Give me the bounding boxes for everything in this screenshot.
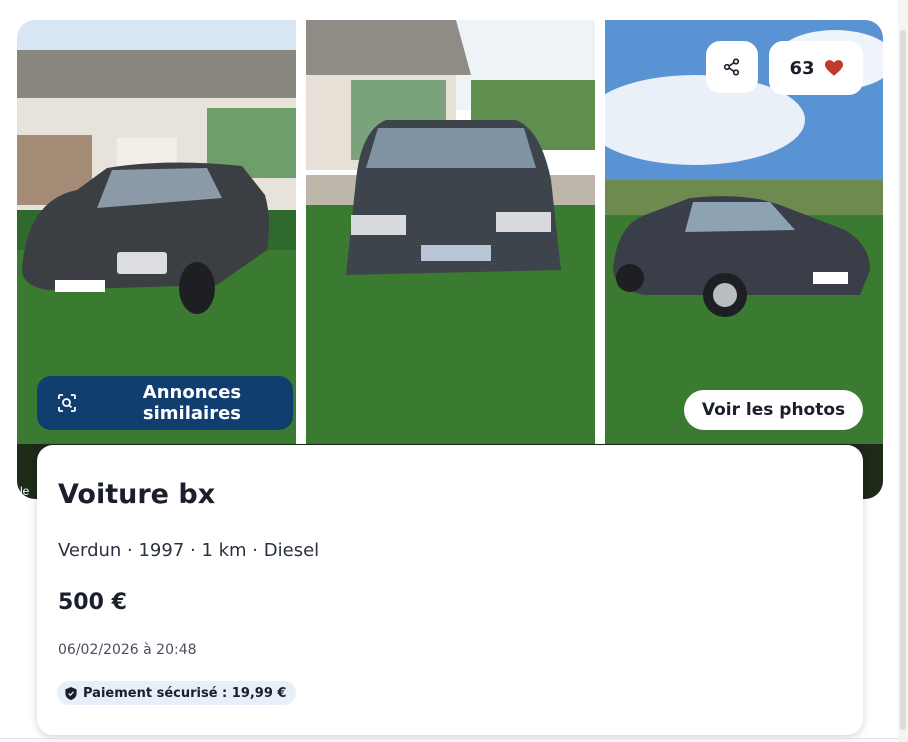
divider — [0, 738, 898, 739]
listing-title[interactable]: Voiture bx — [58, 479, 215, 510]
heart-icon — [824, 60, 843, 76]
share-icon — [723, 58, 740, 76]
car-photo-2[interactable] — [306, 20, 595, 444]
secure-payment-badge: Paiement sécurisé : 19,99 € — [57, 681, 297, 705]
watermark-text: le — [20, 484, 30, 498]
share-button[interactable] — [706, 41, 758, 93]
listing-date: 06/02/2026 à 20:48 — [58, 642, 197, 658]
favorites-count: 63 — [789, 57, 815, 79]
listing-card[interactable]: Voiture bx Verdun · 1997 · 1 km · Diesel… — [37, 445, 863, 735]
similar-listings-button[interactable]: Annonces similaires — [37, 376, 293, 430]
image-search-icon — [58, 394, 76, 412]
shield-icon — [65, 686, 77, 700]
favorite-button[interactable]: 63 — [769, 41, 863, 95]
similar-listings-label: Annonces similaires — [142, 382, 242, 424]
listing-meta: Verdun · 1997 · 1 km · Diesel — [58, 540, 320, 561]
scrollbar-thumb[interactable] — [900, 30, 906, 730]
secure-payment-label: Paiement sécurisé : 19,99 € — [83, 685, 287, 701]
listing-price: 500 € — [58, 590, 127, 615]
see-photos-button[interactable]: Voir les photos — [684, 390, 863, 430]
